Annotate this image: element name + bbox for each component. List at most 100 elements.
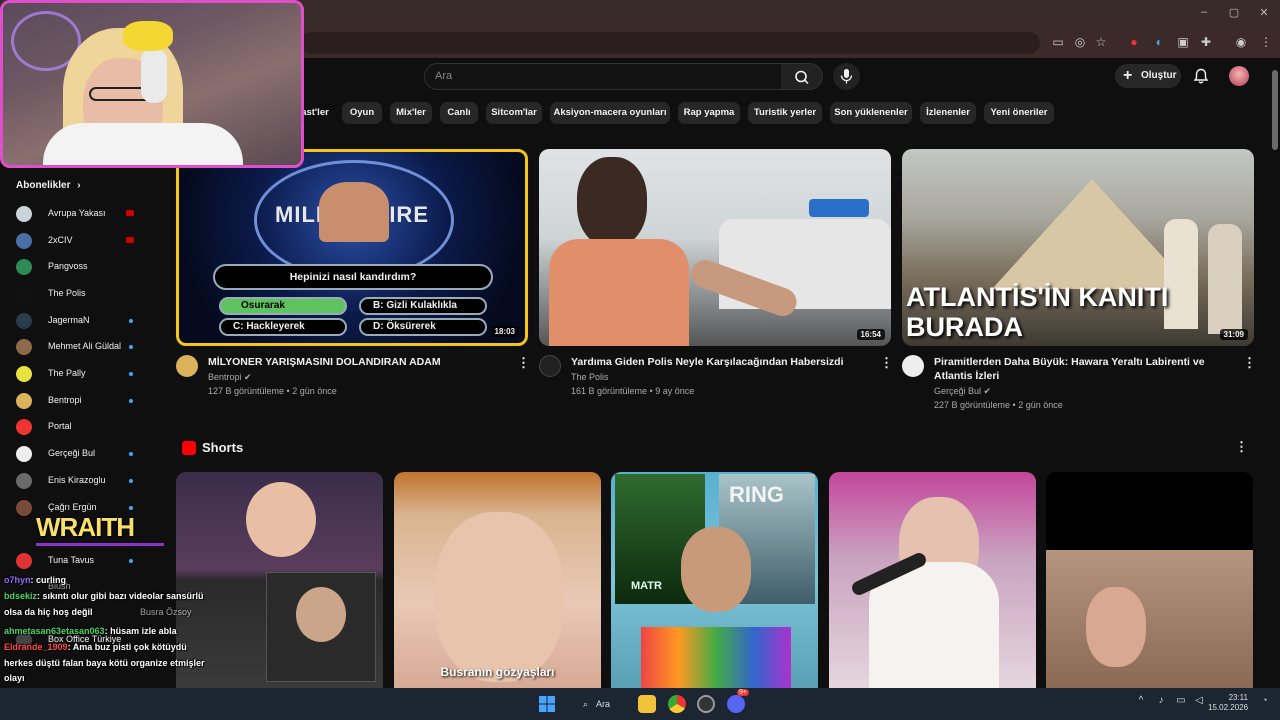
maximize-button[interactable]: ▢ xyxy=(1226,6,1242,20)
video-menu-icon[interactable]: ⋮ xyxy=(880,356,893,370)
sidebar-item-6[interactable]: The Pally xyxy=(16,362,140,384)
channel-avatar xyxy=(16,473,32,489)
taskbar-clock[interactable]: 23:11 15.02.2026 xyxy=(1208,693,1248,713)
notifications-button[interactable] xyxy=(1192,67,1210,85)
notification-bell-icon[interactable]: ◔ xyxy=(1262,695,1272,713)
subscriptions-heading[interactable]: Abonelikler › xyxy=(16,180,81,191)
live-icon xyxy=(126,237,134,243)
pikachu-plush xyxy=(123,21,173,51)
network-icon[interactable]: ▭ xyxy=(1172,695,1190,713)
extension-audio-icon[interactable]: ◖ xyxy=(1150,34,1166,50)
video-title-3[interactable]: Piramitlerden Daha Büyük: Hawara Yeraltı… xyxy=(934,355,1234,383)
video-channel-1[interactable]: Bentropi ✔ xyxy=(208,372,252,383)
chat-username: o7hyn xyxy=(4,575,31,585)
minimize-button[interactable]: – xyxy=(1196,6,1212,20)
video-menu-icon[interactable]: ⋮ xyxy=(1243,356,1256,370)
sidebar-item-label: The Polis xyxy=(48,288,86,298)
video-meta-3: 227 B görüntüleme • 2 gün önce xyxy=(934,400,1063,410)
short-2[interactable]: Busranın gözyaşları xyxy=(394,472,601,688)
sidebar-item-3[interactable]: The Polis xyxy=(16,282,140,304)
video-thumbnail-3[interactable]: ATLANTİS'İN KANITI BURADA 31:09 xyxy=(902,149,1254,346)
volume-icon[interactable]: ◁ xyxy=(1190,695,1208,713)
chip-3[interactable]: Canlı xyxy=(440,102,478,124)
chip-5[interactable]: Aksiyon-macera oyunları xyxy=(550,102,670,124)
sidebar-item-12[interactable]: Tuna Tavus xyxy=(16,549,140,571)
chevron-up-icon[interactable]: ^ xyxy=(1132,695,1150,713)
shorts-menu-icon[interactable]: ⋮ xyxy=(1235,440,1248,454)
channel-avatar-gercegi-bul[interactable] xyxy=(902,355,924,377)
chip-8[interactable]: Son yüklenenler xyxy=(830,102,912,124)
chip-6[interactable]: Rap yapma xyxy=(678,102,740,124)
short-4[interactable] xyxy=(829,472,1036,688)
star-icon[interactable]: ☆ xyxy=(1093,34,1109,50)
thumb-headline: ATLANTİS'İN KANITI BURADA xyxy=(906,282,1169,342)
page-scrollbar[interactable] xyxy=(1272,70,1278,150)
new-content-dot xyxy=(129,345,133,349)
chip-10[interactable]: Yeni öneriler xyxy=(984,102,1054,124)
cast-icon[interactable]: ▭ xyxy=(1050,34,1066,50)
video-title-2[interactable]: Yardıma Giden Polis Neyle Karşılacağında… xyxy=(571,355,871,369)
sidebar-item-9[interactable]: Gerçeği Bul xyxy=(16,442,140,464)
thumb-head xyxy=(577,157,647,247)
address-bar[interactable] xyxy=(300,32,1040,54)
chevron-right-icon: › xyxy=(77,180,81,191)
sidebar-item-4[interactable]: JagermaN xyxy=(16,309,140,331)
short-1[interactable] xyxy=(176,472,383,688)
video-channel-3[interactable]: Gerçeği Bul ✔ xyxy=(934,386,991,397)
video-thumbnail-1[interactable]: MILLIONAIRE Hepinizi nasıl kandırdım? Os… xyxy=(176,149,528,346)
sidebar-item-1[interactable]: 2xCIV xyxy=(16,229,140,251)
menu-dots-icon[interactable]: ⋮ xyxy=(1258,34,1274,50)
streamer-shirt xyxy=(43,123,243,165)
chip-4[interactable]: Sitcom'lar xyxy=(486,102,542,124)
taskbar-search[interactable]: ⌕ Ara xyxy=(578,694,628,714)
chip-9[interactable]: İzlenenler xyxy=(920,102,976,124)
eye-off-icon[interactable]: ◎ xyxy=(1072,34,1088,50)
sidebar-item-10[interactable]: Enis Kirazoglu xyxy=(16,469,140,491)
create-label: Oluştur xyxy=(1141,70,1177,81)
video-menu-icon[interactable]: ⋮ xyxy=(517,356,530,370)
extension-record-icon[interactable]: ● xyxy=(1126,34,1142,50)
create-button[interactable]: + Oluştur xyxy=(1115,64,1181,88)
discord-icon[interactable]: 9+ xyxy=(727,689,749,713)
video-meta-2: 161 B görüntüleme • 9 ay önce xyxy=(571,386,695,396)
short-5[interactable] xyxy=(1046,472,1253,688)
chat-message: o7hyn: curling xyxy=(4,574,66,586)
sidebar-item-label: Çağrı Ergün xyxy=(48,502,97,512)
short-2-face xyxy=(434,512,564,682)
short-1-face xyxy=(246,482,316,557)
video-duration: 16:54 xyxy=(856,329,885,340)
new-content-dot xyxy=(129,479,133,483)
close-window-button[interactable]: ✕ xyxy=(1256,6,1272,20)
voice-search-button[interactable] xyxy=(833,63,860,90)
video-channel-2[interactable]: The Polis xyxy=(571,372,609,382)
chip-2[interactable]: Mix'ler xyxy=(390,102,432,124)
short-3[interactable]: MATR RING xyxy=(611,472,818,688)
chip-1[interactable]: Oyun xyxy=(342,102,382,124)
profile-icon[interactable]: ◉ xyxy=(1233,34,1249,50)
puzzle-icon[interactable]: ✚ xyxy=(1198,34,1214,50)
file-explorer-icon[interactable] xyxy=(638,695,656,713)
channel-avatar xyxy=(16,339,32,355)
channel-avatar-bentropi[interactable] xyxy=(176,355,198,377)
chip-7[interactable]: Turistik yerler xyxy=(748,102,822,124)
sidebar-item-8[interactable]: Portal xyxy=(16,415,140,437)
account-avatar[interactable] xyxy=(1229,66,1249,86)
windows-start-icon[interactable] xyxy=(538,695,556,713)
sidebar-item-7[interactable]: Bentropi xyxy=(16,389,140,411)
chat-username: ahmetasan63etasan063 xyxy=(4,626,105,636)
microphone-tray-icon[interactable]: ♪ xyxy=(1152,695,1170,713)
search-input[interactable]: Ara xyxy=(424,63,782,90)
sidebar-item-2[interactable]: Pangvoss xyxy=(16,255,140,277)
channel-avatar xyxy=(16,419,32,435)
channel-avatar-the-polis[interactable] xyxy=(539,355,561,377)
chrome-icon[interactable] xyxy=(668,695,686,713)
video-title-1[interactable]: MİLYONER YARIŞMASINI DOLANDIRAN ADAM xyxy=(208,355,508,369)
search-button[interactable] xyxy=(781,63,823,90)
video-thumbnail-2[interactable]: 16:54 xyxy=(539,149,891,346)
extension-icon[interactable]: ▣ xyxy=(1175,34,1191,50)
chat-message: Eldrande_1909: Ama buz pisti çok kötüydü xyxy=(4,641,187,653)
sidebar-item-5[interactable]: Mehmet Ali Güldal xyxy=(16,335,140,357)
sidebar-item-0[interactable]: Avrupa Yakası xyxy=(16,202,140,224)
steam-icon[interactable] xyxy=(697,695,715,713)
chat-username: bdsekiz xyxy=(4,591,38,601)
